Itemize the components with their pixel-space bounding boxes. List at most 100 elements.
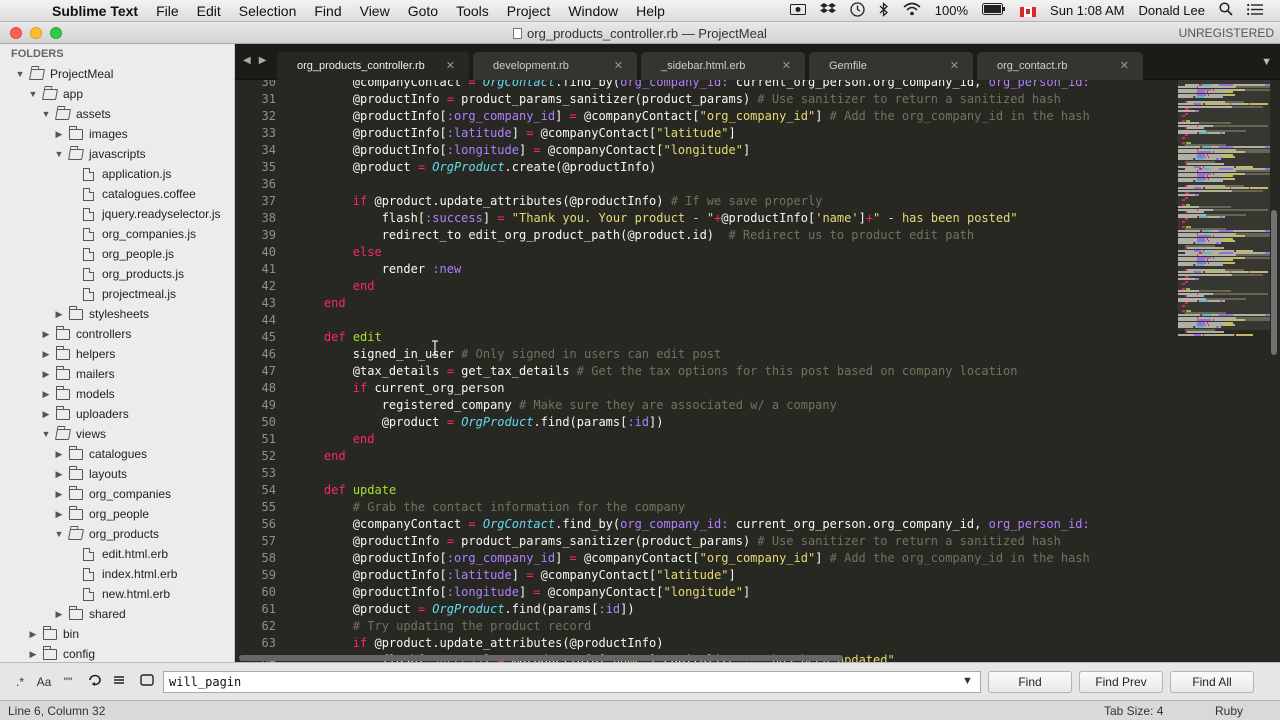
menu-window[interactable]: Window: [559, 3, 627, 19]
file-item[interactable]: index.html.erb: [0, 564, 234, 584]
code-line[interactable]: if @product.update_attributes(@productIn…: [295, 193, 823, 210]
code-line[interactable]: render :new: [295, 261, 462, 278]
close-tab-icon[interactable]: ✕: [950, 52, 959, 80]
code-line[interactable]: @companyContact = OrgContact.find_by(org…: [295, 516, 1090, 533]
disclosure-closed-icon[interactable]: ▶: [53, 489, 65, 500]
folder-item[interactable]: ▶ images: [0, 124, 234, 144]
code-line[interactable]: redirect_to edit_org_product_path(@produ…: [295, 227, 974, 244]
disclosure-closed-icon[interactable]: ▶: [40, 329, 52, 340]
battery-icon[interactable]: [975, 3, 1013, 18]
close-tab-icon[interactable]: ✕: [782, 52, 791, 80]
code-line[interactable]: @productInfo[:latitude] = @companyContac…: [295, 567, 736, 584]
folder-item[interactable]: ▶ org_companies: [0, 484, 234, 504]
folder-item[interactable]: ▶ controllers: [0, 324, 234, 344]
menu-goto[interactable]: Goto: [399, 3, 447, 19]
code-line[interactable]: @productInfo = product_params_sanitizer(…: [295, 91, 1061, 108]
folder-item[interactable]: ▼ org_products: [0, 524, 234, 544]
menu-view[interactable]: View: [351, 3, 399, 19]
find-all-button[interactable]: Find All: [1170, 671, 1254, 693]
folder-item[interactable]: ▼ assets: [0, 104, 234, 124]
close-tab-icon[interactable]: ✕: [614, 52, 623, 80]
folder-item[interactable]: ▼ views: [0, 424, 234, 444]
disclosure-open-icon[interactable]: ▼: [40, 109, 52, 119]
file-item[interactable]: edit.html.erb: [0, 544, 234, 564]
clock[interactable]: Sun 1:08 AM: [1043, 3, 1131, 18]
horizontal-scrollbar[interactable]: [239, 655, 843, 661]
code-line[interactable]: @tax_details = get_tax_details # Get the…: [295, 363, 1018, 380]
folder-item[interactable]: ▶ shared: [0, 604, 234, 624]
folder-item[interactable]: ▶ layouts: [0, 464, 234, 484]
tab-next-icon[interactable]: ▶: [259, 55, 267, 66]
disclosure-closed-icon[interactable]: ▶: [40, 349, 52, 360]
disclosure-open-icon[interactable]: ▼: [27, 89, 39, 99]
menu-selection[interactable]: Selection: [230, 3, 306, 19]
tab-sidebar-html[interactable]: _sidebar.html.erb ✕: [641, 52, 805, 80]
file-item[interactable]: new.html.erb: [0, 584, 234, 604]
code-line[interactable]: @companyContact = OrgContact.find_by(org…: [295, 80, 1090, 91]
folder-item[interactable]: ▶ stylesheets: [0, 304, 234, 324]
disclosure-closed-icon[interactable]: ▶: [27, 649, 39, 660]
code-line[interactable]: end: [295, 431, 375, 448]
menu-file[interactable]: File: [147, 3, 188, 19]
file-item[interactable]: org_products.js: [0, 264, 234, 284]
tab-org-contact[interactable]: org_contact.rb ✕: [977, 52, 1143, 80]
code-line[interactable]: if @product.update_attributes(@productIn…: [295, 635, 664, 652]
file-item[interactable]: application.js: [0, 164, 234, 184]
menu-help[interactable]: Help: [627, 3, 674, 19]
code-line[interactable]: end: [295, 295, 346, 312]
wrap-toggle-icon[interactable]: [85, 672, 105, 692]
code-line[interactable]: if current_org_person: [295, 380, 505, 397]
folder-item[interactable]: ▼ javascripts: [0, 144, 234, 164]
dropbox-icon[interactable]: [813, 2, 843, 19]
disclosure-closed-icon[interactable]: ▶: [40, 409, 52, 420]
disclosure-closed-icon[interactable]: ▶: [53, 309, 65, 320]
screen-record-icon[interactable]: [783, 3, 813, 18]
disclosure-open-icon[interactable]: ▼: [53, 149, 65, 159]
disclosure-open-icon[interactable]: ▼: [14, 69, 26, 79]
code-line[interactable]: flash[:success] = "Thank you. Your produ…: [295, 210, 1018, 227]
disclosure-closed-icon[interactable]: ▶: [53, 129, 65, 140]
menu-tools[interactable]: Tools: [447, 3, 498, 19]
folder-item[interactable]: ▼ app: [0, 84, 234, 104]
code-line[interactable]: else: [295, 244, 382, 261]
folder-item[interactable]: ▶ config: [0, 644, 234, 662]
input-source-flag-icon[interactable]: [1013, 3, 1043, 18]
close-tab-icon[interactable]: ✕: [1120, 52, 1129, 80]
spotlight-search-icon[interactable]: [1212, 2, 1240, 19]
notification-center-icon[interactable]: [1240, 3, 1270, 19]
code-line[interactable]: @productInfo[:longitude] = @companyConta…: [295, 142, 750, 159]
tab-size-selector[interactable]: Tab Size: 4: [1104, 704, 1163, 718]
find-history-dropdown-icon[interactable]: ▼: [962, 675, 973, 687]
tab-prev-icon[interactable]: ◀: [243, 55, 251, 66]
disclosure-closed-icon[interactable]: ▶: [40, 369, 52, 380]
folder-item[interactable]: ▶ models: [0, 384, 234, 404]
disclosure-closed-icon[interactable]: ▶: [40, 389, 52, 400]
file-item[interactable]: projectmeal.js: [0, 284, 234, 304]
code-line[interactable]: @productInfo[:latitude] = @companyContac…: [295, 125, 736, 142]
find-prev-button[interactable]: Find Prev: [1079, 671, 1163, 693]
code-line[interactable]: @product = OrgProduct.find(params[:id]): [295, 601, 635, 618]
folder-item[interactable]: ▶ helpers: [0, 344, 234, 364]
disclosure-closed-icon[interactable]: ▶: [27, 629, 39, 640]
find-button[interactable]: Find: [988, 671, 1072, 693]
code-line[interactable]: def edit: [295, 329, 382, 346]
menu-find[interactable]: Find: [305, 3, 350, 19]
file-item[interactable]: catalogues.coffee: [0, 184, 234, 204]
code-line[interactable]: end: [295, 278, 375, 295]
bluetooth-icon[interactable]: [872, 1, 896, 20]
folder-item[interactable]: ▶ mailers: [0, 364, 234, 384]
close-tab-icon[interactable]: ✕: [446, 52, 455, 80]
in-selection-toggle-icon[interactable]: [109, 672, 129, 692]
code-line[interactable]: signed_in_user # Only signed in users ca…: [295, 346, 721, 363]
wifi-icon[interactable]: [896, 2, 928, 19]
whole-word-toggle[interactable]: "": [57, 672, 79, 692]
tab-gemfile[interactable]: Gemfile ✕: [809, 52, 973, 80]
file-item[interactable]: jquery.readyselector.js: [0, 204, 234, 224]
time-machine-icon[interactable]: [843, 1, 872, 20]
code-editor[interactable]: 30 31 32 33 34 35 36 37 38 39 40 41 42 43 44 45 46 47 48 49…: [235, 80, 1280, 662]
disclosure-open-icon[interactable]: ▼: [40, 429, 52, 439]
disclosure-closed-icon[interactable]: ▶: [53, 509, 65, 520]
menu-project[interactable]: Project: [498, 3, 560, 19]
disclosure-open-icon[interactable]: ▼: [53, 529, 65, 539]
code-area[interactable]: @companyContact = OrgContact.find_by(org…: [295, 80, 1175, 662]
